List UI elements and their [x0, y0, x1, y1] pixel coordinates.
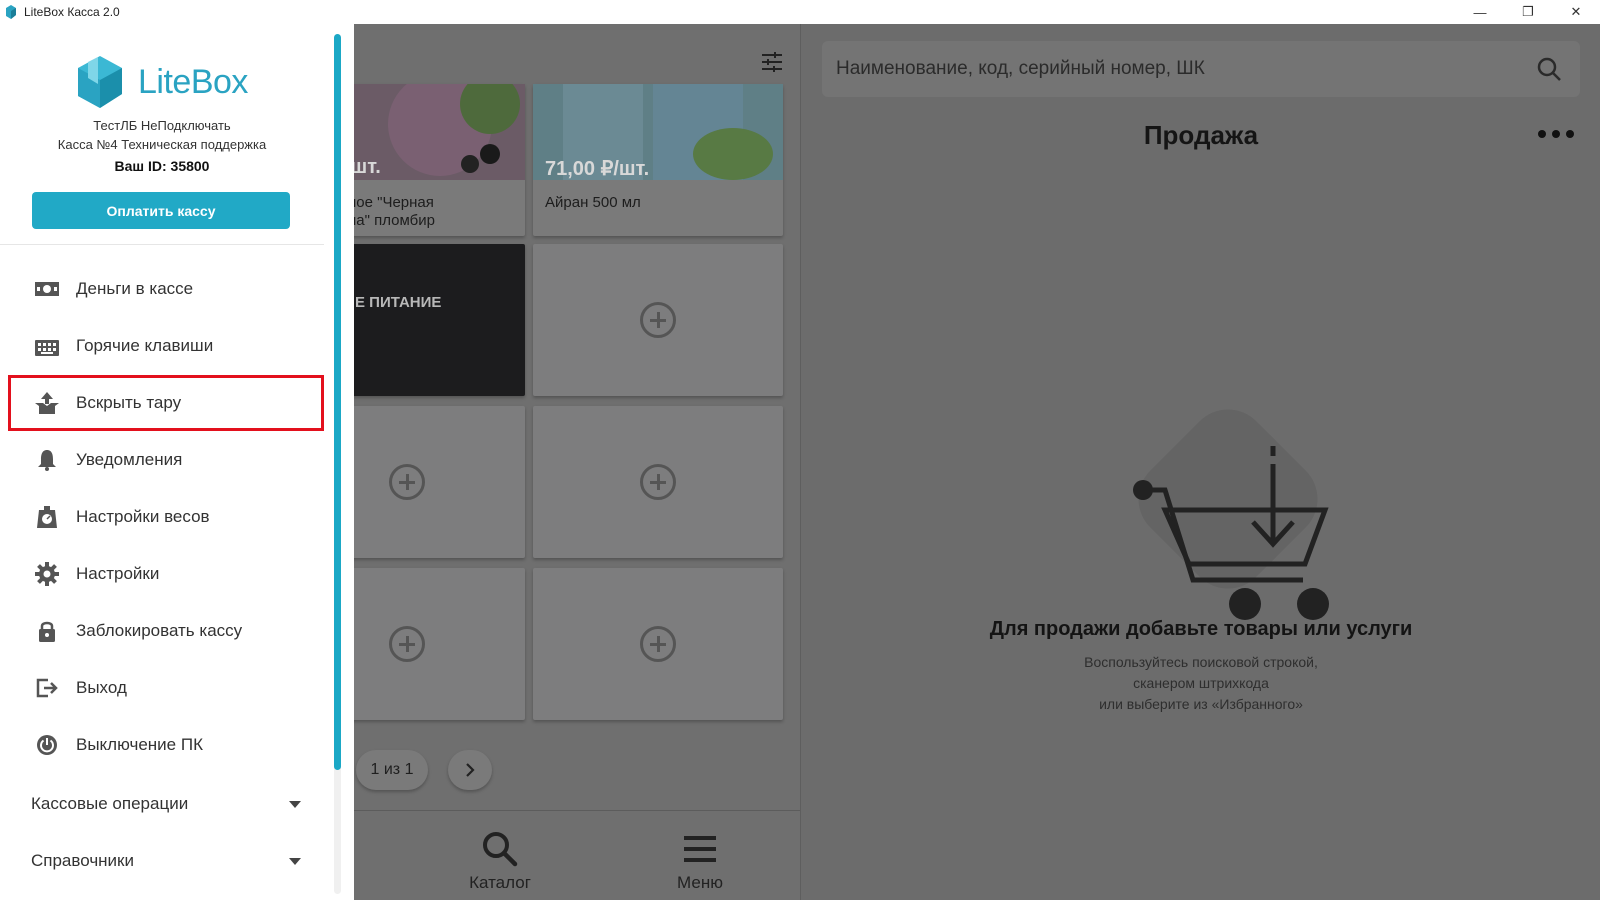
menu-item-notifications[interactable]: Уведомления — [8, 432, 324, 488]
pay-register-button[interactable]: Оплатить кассу — [32, 192, 290, 229]
sidebar-drawer: LiteBox ТестЛБ НеПодключать Касса №4 Тех… — [0, 24, 354, 900]
category-name: Е ПИТАНИЕ — [355, 294, 442, 311]
product-name: Айран 500 мл — [545, 194, 641, 211]
menu-item-hotkeys[interactable]: Горячие клавиши — [8, 318, 324, 374]
divider — [0, 244, 324, 245]
filter-sliders-icon[interactable] — [760, 50, 784, 74]
sale-panel: Продажа Для продажи добавьте товары или … — [800, 24, 1600, 900]
menu-item-settings[interactable]: Настройки — [8, 546, 324, 602]
menu-item-open-container[interactable]: Вскрыть тару — [8, 375, 324, 431]
power-icon — [34, 732, 60, 758]
logo-text: LiteBox — [138, 62, 248, 101]
page-title: Продажа — [1143, 120, 1259, 150]
product-name-line: на" пломбир — [348, 212, 435, 229]
hint-line: сканером штрихкода — [1133, 675, 1269, 691]
section-label: Кассовые операции — [31, 794, 189, 813]
hint-line: Воспользуйтесь поисковой строкой, — [1084, 654, 1318, 670]
product-price: 71,00 ₽/шт. — [545, 158, 650, 180]
add-plus-icon — [389, 626, 425, 662]
empty-cart-icon — [1093, 404, 1333, 624]
scale-icon — [34, 504, 60, 530]
product-tile-ayran[interactable]: 71,00 ₽/шт. Айран 500 мл — [533, 84, 783, 236]
search-input[interactable] — [836, 41, 1496, 97]
page-indicator: 1 из 1 — [356, 750, 428, 790]
keyboard-icon — [34, 333, 60, 359]
menu-item-label: Вскрыть тару — [76, 393, 182, 412]
menu-item-cash[interactable]: Деньги в кассе — [8, 261, 324, 317]
lock-icon — [34, 618, 60, 644]
menu-item-shutdown-pc[interactable]: Выключение ПК — [8, 717, 324, 773]
empty-cart-hint: Воспользуйтесь поисковой строкой, сканер… — [801, 652, 1600, 715]
section-directories[interactable]: Справочники — [31, 841, 301, 881]
minimize-button[interactable]: — — [1456, 0, 1504, 24]
section-cash-operations[interactable]: Кассовые операции — [31, 784, 301, 824]
menu-item-scale-settings[interactable]: Настройки весов — [8, 489, 324, 545]
menu-item-label: Заблокировать кассу — [76, 621, 243, 640]
add-favorite-tile[interactable] — [533, 568, 783, 720]
add-favorite-tile[interactable] — [533, 406, 783, 558]
add-plus-icon — [640, 302, 676, 338]
add-plus-icon — [640, 464, 676, 500]
menu-nav-label: Меню — [677, 873, 723, 892]
more-options-button[interactable] — [1538, 124, 1574, 144]
organization-name: ТестЛБ НеПодключать — [93, 118, 231, 133]
dot — [1566, 130, 1574, 138]
add-plus-icon — [389, 464, 425, 500]
window-title: LiteBox Касса 2.0 — [24, 5, 120, 19]
dot — [1552, 130, 1560, 138]
cash-register-name: Касса №4 Техническая поддержка — [57, 137, 267, 152]
sidebar-scrollbar[interactable] — [334, 34, 341, 894]
cash-icon — [34, 276, 60, 302]
bell-icon — [34, 447, 60, 473]
menu-item-label: Выход — [76, 678, 127, 697]
menu-item-label: Деньги в кассе — [76, 279, 194, 298]
section-label: Справочники — [31, 851, 134, 870]
caret-down-icon — [289, 857, 301, 865]
product-name: ное "Черная на" пломбир — [348, 194, 435, 230]
user-id: Ваш ID: 35800 — [114, 158, 210, 174]
close-button[interactable]: ✕ — [1552, 0, 1600, 24]
window-titlebar: LiteBox Касса 2.0 — ❐ ✕ — [0, 0, 1600, 24]
product-search — [822, 41, 1580, 97]
litebox-app-icon — [4, 5, 18, 19]
menu-item-label: Выключение ПК — [76, 735, 203, 754]
catalog-nav-label: Каталог — [469, 873, 531, 892]
hint-line: или выберите из «Избранного» — [1099, 696, 1303, 712]
open-box-icon — [34, 390, 60, 416]
menu-item-label: Настройки — [76, 564, 160, 583]
product-name-line: ное "Черная — [348, 194, 434, 211]
chevron-right-icon — [466, 763, 475, 777]
next-page-button[interactable] — [448, 750, 492, 790]
search-icon — [483, 832, 518, 867]
logout-icon — [34, 675, 60, 701]
empty-cart-title: Для продажи добавьте товары или услуги — [989, 618, 1413, 640]
caret-down-icon — [289, 800, 301, 808]
hamburger-menu-icon — [684, 836, 716, 862]
menu-item-label: Настройки весов — [76, 507, 210, 526]
litebox-logo-icon — [78, 56, 122, 108]
search-icon[interactable] — [1536, 56, 1562, 82]
add-favorite-tile[interactable] — [533, 244, 783, 396]
add-plus-icon — [640, 626, 676, 662]
menu-item-lock-register[interactable]: Заблокировать кассу — [8, 603, 324, 659]
maximize-button[interactable]: ❐ — [1504, 0, 1552, 24]
dot — [1538, 130, 1546, 138]
gear-icon — [34, 561, 60, 587]
menu-item-logout[interactable]: Выход — [8, 660, 324, 716]
menu-item-label: Горячие клавиши — [76, 336, 214, 355]
menu-item-label: Уведомления — [76, 450, 183, 469]
litebox-logo: LiteBox — [72, 52, 262, 112]
catalog-nav-button[interactable]: Каталог — [440, 811, 560, 900]
menu-nav-button[interactable]: Меню — [640, 811, 760, 900]
scrollbar-thumb[interactable] — [334, 34, 341, 770]
